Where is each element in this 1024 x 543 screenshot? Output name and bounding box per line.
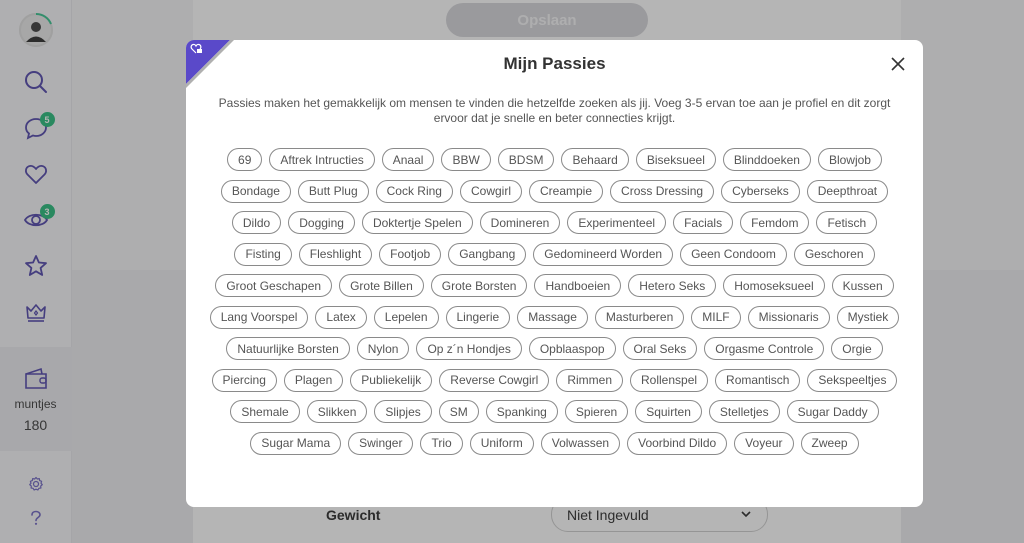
passion-tag-list: 69 Aftrek Intructies Anaal BBW BDSM Behaard Bi…	[208, 148, 901, 455]
passion-tag[interactable]: Voorbind Dildo	[627, 431, 728, 455]
passion-tag[interactable]: SM	[438, 400, 479, 423]
passion-tag[interactable]: Slipjes	[374, 400, 432, 423]
modal-title: Mijn Passies	[503, 54, 606, 73]
passion-tag[interactable]: Orgie	[831, 337, 883, 360]
passion-tag[interactable]: Trio	[420, 431, 463, 455]
passion-tag[interactable]: Volwassen	[540, 431, 621, 455]
passion-tag[interactable]: Groot Geschapen	[215, 274, 333, 297]
passion-tag[interactable]: Kussen	[831, 274, 894, 297]
passion-tag[interactable]: Shemale	[230, 400, 300, 423]
passion-tag[interactable]: 69	[227, 148, 263, 171]
passion-tag[interactable]: Squirten	[635, 400, 702, 423]
passion-tag[interactable]: Cock Ring	[375, 179, 453, 203]
passion-tag[interactable]: Blinddoeken	[722, 148, 811, 171]
passion-tag[interactable]: Handboeien	[534, 274, 622, 297]
passion-tag[interactable]: Orgasme Controle	[704, 337, 825, 360]
passions-modal: Mijn Passies Passies maken het gemakkeli…	[186, 40, 923, 507]
passion-tag[interactable]: Nylon	[356, 337, 410, 360]
passion-tag[interactable]: Publiekelijk	[350, 368, 433, 392]
passion-tag[interactable]: Gangbang	[448, 242, 527, 266]
passion-tag[interactable]: Geen Condoom	[680, 242, 787, 266]
passion-tag[interactable]: Grote Billen	[339, 274, 424, 297]
passion-tag[interactable]: Facials	[673, 211, 734, 234]
passion-tag[interactable]: Opblaaspop	[528, 337, 616, 360]
passion-tag[interactable]: Missionaris	[747, 305, 830, 329]
passion-tag[interactable]: Experimenteel	[567, 211, 667, 234]
passion-tag[interactable]: Piercing	[211, 368, 277, 392]
passion-tag[interactable]: Behaard	[561, 148, 629, 171]
passion-tag[interactable]: Homoseksueel	[723, 274, 825, 297]
passion-tag[interactable]: Fisting	[234, 242, 292, 266]
passion-tag[interactable]: Latex	[315, 305, 367, 329]
passion-tag[interactable]: Hetero Seks	[628, 274, 717, 297]
passion-tag[interactable]: Biseksueel	[635, 148, 716, 171]
passion-tag[interactable]: Mystiek	[836, 305, 900, 329]
passion-tag[interactable]: Dildo	[231, 211, 282, 234]
passion-tag[interactable]: Spanking	[485, 400, 558, 423]
passion-tag[interactable]: Cowgirl	[459, 179, 522, 203]
passion-tag[interactable]: Aftrek Intructies	[269, 148, 375, 171]
passion-tag[interactable]: Fetisch	[816, 211, 878, 234]
passion-tag[interactable]: Cyberseks	[721, 179, 800, 203]
passion-tag[interactable]: Geschoren	[793, 242, 875, 266]
passion-tag[interactable]: Uniform	[469, 431, 534, 455]
passion-tag[interactable]: Lingerie	[445, 305, 511, 329]
passion-tag[interactable]: Sugar Mama	[250, 431, 342, 455]
passion-tag[interactable]: Op z´n Hondjes	[416, 337, 522, 360]
modal-description: Passies maken het gemakkelijk om mensen …	[218, 96, 891, 125]
passion-tag[interactable]: Natuurlijke Borsten	[226, 337, 350, 360]
passion-tag[interactable]: Slikken	[306, 400, 368, 423]
passion-tag[interactable]: Masturberen	[594, 305, 685, 329]
passion-tag[interactable]: Blowjob	[817, 148, 882, 171]
passion-tag[interactable]: Anaal	[381, 148, 435, 171]
passion-tag[interactable]: Fleshlight	[298, 242, 373, 266]
passion-tag[interactable]: BDSM	[497, 148, 555, 171]
passion-tag[interactable]: Rimmen	[556, 368, 623, 392]
passion-tag[interactable]: MILF	[691, 305, 741, 329]
passion-tag[interactable]: Butt Plug	[297, 179, 369, 203]
passion-tag[interactable]: Grote Borsten	[430, 274, 528, 297]
passion-tag[interactable]: Footjob	[379, 242, 442, 266]
passion-tag[interactable]: Stelletjes	[708, 400, 780, 423]
passion-tag[interactable]: Deepthroat	[806, 179, 889, 203]
passion-tag[interactable]: Reverse Cowgirl	[439, 368, 550, 392]
passion-tag[interactable]: Gedomineerd Worden	[533, 242, 674, 266]
passion-tag[interactable]: Plagen	[283, 368, 344, 392]
passion-tag[interactable]: Romantisch	[715, 368, 801, 392]
passion-tag[interactable]: Doktertje Spelen	[361, 211, 473, 234]
passion-tag[interactable]: Lang Voorspel	[209, 305, 309, 329]
passion-tag[interactable]: Rollenspel	[630, 368, 709, 392]
passion-tag[interactable]: Spieren	[564, 400, 629, 423]
passion-tag[interactable]: Cross Dressing	[610, 179, 715, 203]
passion-tag[interactable]: Domineren	[479, 211, 561, 234]
passion-tag[interactable]: Massage	[517, 305, 588, 329]
passion-tag[interactable]: BBW	[441, 148, 491, 171]
passion-tag[interactable]: Oral Seks	[622, 337, 698, 360]
passion-tag[interactable]: Sugar Daddy	[786, 400, 879, 423]
passion-tag[interactable]: Dogging	[288, 211, 355, 234]
passion-tag[interactable]: Sekspeeltjes	[807, 368, 898, 392]
close-icon[interactable]	[890, 56, 906, 72]
passion-tag[interactable]: Lepelen	[373, 305, 439, 329]
passion-tag[interactable]: Zweep	[800, 431, 859, 455]
passion-tag[interactable]: Creampie	[529, 179, 604, 203]
passion-tag[interactable]: Bondage	[220, 179, 291, 203]
passion-tag[interactable]: Voyeur	[734, 431, 794, 455]
passion-tag[interactable]: Femdom	[740, 211, 810, 234]
passion-tag[interactable]: Swinger	[348, 431, 414, 455]
